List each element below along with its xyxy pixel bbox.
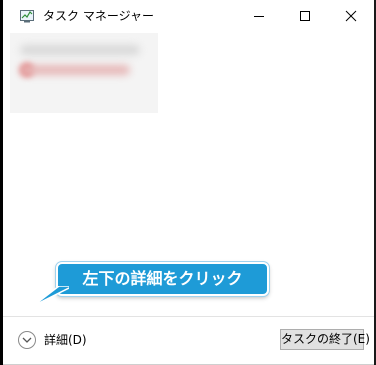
chevron-down-icon	[18, 331, 36, 349]
callout-text: 左下の詳細をクリック	[82, 269, 243, 288]
instruction-callout: 左下の詳細をクリック	[56, 262, 269, 296]
details-label: 詳細(D)	[44, 333, 87, 347]
close-button[interactable]	[328, 0, 374, 32]
task-manager-window: タスク マネージャー 左下の詳細をクリック 詳細(D) タスクの終了(E)	[3, 0, 374, 365]
minimize-icon	[254, 16, 264, 17]
blurred-row	[20, 65, 130, 75]
close-icon	[345, 10, 357, 22]
window-title: タスク マネージャー	[43, 9, 154, 23]
title-bar[interactable]: タスク マネージャー	[3, 0, 374, 32]
end-task-button[interactable]: タスクの終了(E)	[280, 329, 370, 350]
blurred-app-list	[10, 33, 158, 113]
callout-pointer	[32, 286, 69, 307]
maximize-icon	[300, 11, 310, 21]
footer-bar: 詳細(D) タスクの終了(E)	[3, 316, 374, 365]
maximize-button[interactable]	[282, 0, 328, 32]
blurred-row	[20, 45, 140, 55]
minimize-button[interactable]	[236, 0, 282, 32]
task-manager-icon	[20, 8, 35, 23]
